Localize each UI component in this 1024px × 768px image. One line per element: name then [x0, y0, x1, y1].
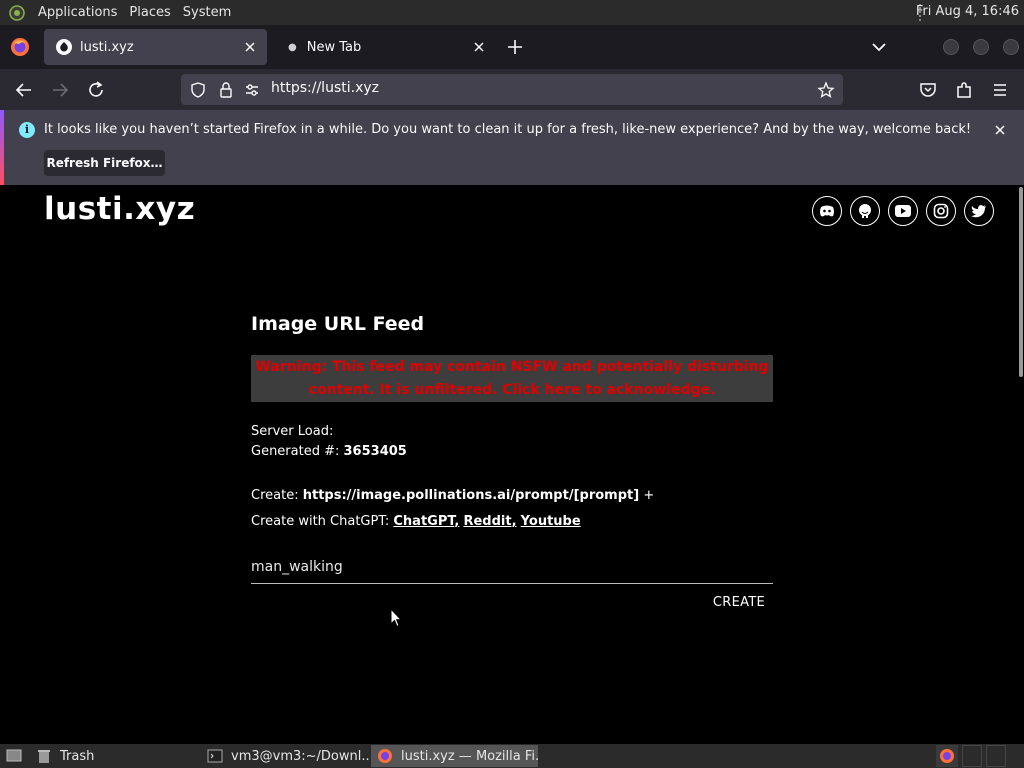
feed-title: Image URL Feed — [251, 313, 425, 335]
create-url[interactable]: https://image.pollinations.ai/prompt/[pr… — [303, 488, 639, 503]
applications-menu[interactable]: Applications — [32, 5, 123, 20]
minimize-window-button[interactable] — [943, 39, 959, 55]
site-permissions-icon[interactable] — [243, 81, 261, 99]
scrollbar-thumb[interactable] — [1019, 187, 1023, 377]
desktop-icon — [6, 748, 22, 764]
generated-label: Generated #: — [251, 444, 340, 459]
site-logo[interactable]: lusti.xyz — [44, 191, 195, 227]
refresh-firefox-notification: i It looks like you haven’t started Fire… — [0, 110, 1024, 185]
warning-line-1: Warning: This feed may contain NSFW and … — [255, 359, 769, 375]
refresh-firefox-button[interactable]: Refresh Firefox… — [44, 150, 165, 176]
taskbar-item-trash[interactable]: Trash — [30, 745, 200, 767]
close-tab-icon[interactable] — [241, 38, 259, 56]
reddit-link[interactable]: Reddit — [463, 514, 511, 529]
firefox-icon[interactable] — [10, 37, 30, 57]
taskbar-item-label: lusti.xyz — Mozilla Fi... — [401, 748, 538, 764]
info-icon: i — [19, 122, 35, 138]
workspace-switcher-1[interactable] — [936, 745, 958, 767]
lusti-favicon-icon — [56, 39, 72, 55]
create-label: Create: — [251, 488, 299, 503]
tab-title: lusti.xyz — [80, 39, 134, 55]
back-icon[interactable] — [12, 78, 36, 102]
close-tab-icon[interactable] — [470, 38, 488, 56]
create-plus-button[interactable]: + — [643, 488, 654, 503]
discord-icon[interactable] — [812, 196, 842, 226]
tab-title: New Tab — [306, 39, 362, 55]
youtube-link[interactable]: Youtube — [521, 514, 581, 529]
generated-value: 3653405 — [343, 444, 407, 459]
nsfw-warning-banner[interactable]: Warning: This feed may contain NSFW and … — [251, 355, 773, 402]
new-tab-icon[interactable] — [504, 36, 526, 58]
reload-icon[interactable] — [84, 78, 108, 102]
bookmark-star-icon[interactable] — [817, 81, 835, 99]
tab-bar: lusti.xyz ● New Tab — [0, 25, 1024, 69]
forward-icon[interactable] — [48, 78, 72, 102]
chatgpt-label: Create with ChatGPT: — [251, 514, 390, 529]
mouse-pointer-icon — [390, 607, 403, 628]
social-links — [812, 196, 994, 226]
gnome-foot-icon[interactable] — [6, 2, 28, 24]
nav-bar: https://lusti.xyz — [0, 69, 1024, 110]
notification-message: It looks like you haven’t started Firefo… — [44, 122, 972, 137]
generated-count: Generated #: 3653405 — [251, 444, 407, 459]
lock-icon[interactable] — [217, 81, 235, 99]
close-notification-icon[interactable] — [991, 121, 1009, 139]
taskbar-item-firefox[interactable]: lusti.xyz — Mozilla Fi... — [371, 745, 538, 767]
firefox-icon — [939, 748, 955, 764]
top-panel: Applications Places System Fri Aug 4, 16… — [0, 0, 1024, 25]
workspace-switcher-2[interactable] — [962, 745, 982, 767]
instagram-icon[interactable] — [926, 196, 956, 226]
server-load: Server Load: — [251, 424, 333, 439]
create-url-line: Create: https://image.pollinations.ai/pr… — [251, 488, 654, 503]
close-window-button[interactable] — [1003, 39, 1019, 55]
prompt-input[interactable]: man_walking — [251, 557, 773, 584]
trash-icon — [36, 748, 52, 764]
hamburger-menu-icon[interactable] — [988, 78, 1012, 102]
create-button[interactable]: CREATE — [706, 592, 772, 614]
tab-new-tab[interactable]: ● New Tab — [274, 29, 496, 65]
github-icon[interactable] — [850, 196, 880, 226]
show-desktop-button[interactable] — [0, 745, 26, 767]
taskbar-item-terminal[interactable]: vm3@vm3:~/Downl... — [201, 745, 369, 767]
tab-dot-icon: ● — [288, 41, 297, 53]
server-load-label: Server Load: — [251, 424, 334, 439]
workspace-switcher-3[interactable] — [986, 745, 1006, 767]
taskbar: Trash vm3@vm3:~/Downl... lusti.xyz — Moz… — [0, 744, 1024, 768]
notification-accent — [0, 110, 4, 185]
list-all-tabs-icon[interactable] — [868, 37, 890, 57]
url-bar[interactable]: https://lusti.xyz — [181, 74, 843, 105]
twitter-icon[interactable] — [964, 196, 994, 226]
tab-lusti[interactable]: lusti.xyz — [44, 29, 267, 65]
taskbar-item-label: vm3@vm3:~/Downl... — [231, 748, 369, 764]
page-scrollbar[interactable] — [1018, 185, 1024, 744]
pocket-icon[interactable] — [916, 78, 940, 102]
terminal-icon — [207, 748, 223, 764]
warning-line-2: content. It is unfiltered. Click here to… — [308, 382, 716, 398]
chatgpt-line: Create with ChatGPT: ChatGPT, Reddit, Yo… — [251, 514, 581, 529]
url-text[interactable]: https://lusti.xyz — [271, 80, 379, 96]
maximize-window-button[interactable] — [973, 39, 989, 55]
tracking-protection-shield-icon[interactable] — [189, 81, 207, 99]
clock[interactable]: Fri Aug 4, 16:46 — [916, 4, 1019, 19]
places-menu[interactable]: Places — [123, 5, 176, 20]
chatgpt-link[interactable]: ChatGPT — [393, 514, 454, 529]
firefox-icon — [377, 748, 393, 764]
web-page: lusti.xyz Image URL Feed Warning: This f… — [0, 185, 1018, 744]
taskbar-item-label: Trash — [60, 748, 95, 764]
youtube-icon[interactable] — [888, 196, 918, 226]
extensions-icon[interactable] — [952, 78, 976, 102]
system-menu[interactable]: System — [177, 5, 237, 20]
